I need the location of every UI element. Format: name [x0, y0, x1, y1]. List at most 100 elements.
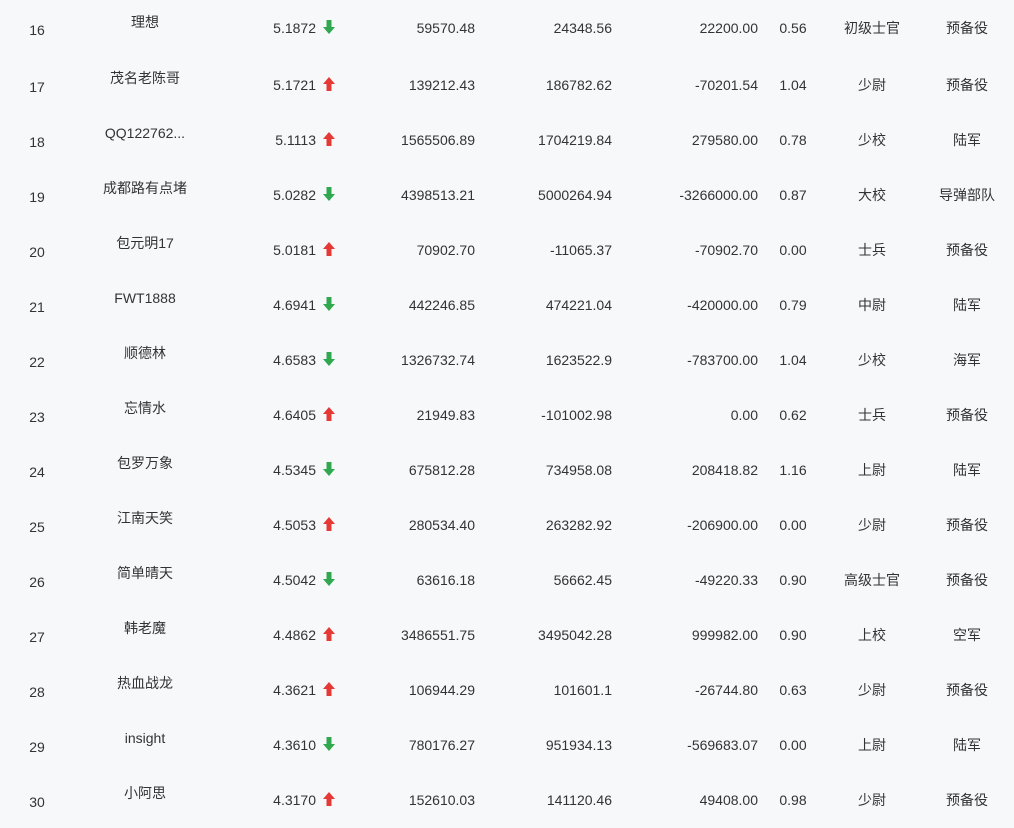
arrow-up-icon	[321, 791, 341, 809]
value-two: 474221.04	[545, 297, 612, 313]
ratio-value: 0.98	[779, 792, 807, 808]
value-three: -26744.80	[694, 682, 758, 698]
ranking-rows: 16 理想 5.1872 59570.48 24348.56 22200.00 …	[0, 0, 1014, 828]
arrow-up-icon	[321, 131, 341, 149]
player-name[interactable]: 茂名老陈哥	[84, 69, 206, 87]
player-name[interactable]: 韩老魔	[84, 619, 206, 637]
score-value: 5.0282	[273, 187, 316, 203]
arrow-up-icon	[321, 626, 341, 644]
military-rank: 高级士官	[844, 572, 900, 588]
score-value: 4.6941	[273, 297, 316, 313]
table-row-30[interactable]: 30 小阿思 4.3170 152610.03 141120.46 49408.…	[0, 773, 1014, 828]
ratio-value: 0.90	[779, 572, 807, 588]
player-name[interactable]: QQ122762...	[84, 124, 206, 142]
player-name[interactable]: 忘情水	[84, 399, 206, 417]
score-value: 4.3170	[273, 792, 316, 808]
ratio-value: 0.78	[779, 132, 807, 148]
table-row-24[interactable]: 24 包罗万象 4.5345 675812.28 734958.08 20841…	[0, 443, 1014, 498]
table-row-21[interactable]: 21 FWT1888 4.6941 442246.85 474221.04 -4…	[0, 278, 1014, 333]
ratio-value: 0.56	[779, 20, 807, 36]
player-name[interactable]: 成都路有点堵	[84, 179, 206, 197]
value-two: 24348.56	[553, 20, 612, 36]
value-one: 780176.27	[408, 737, 475, 753]
value-one: 1565506.89	[401, 132, 475, 148]
value-three: 279580.00	[691, 132, 758, 148]
score-value: 5.1721	[273, 77, 316, 93]
rank-number: 17	[29, 79, 45, 95]
rank-number: 28	[29, 684, 45, 700]
value-one: 70902.70	[416, 242, 475, 258]
value-three: -783700.00	[687, 352, 758, 368]
military-branch: 预备役	[946, 242, 988, 258]
value-two: 101601.1	[553, 682, 612, 698]
score-value: 4.6583	[273, 352, 316, 368]
rank-number: 29	[29, 739, 45, 755]
military-rank: 少校	[858, 132, 886, 148]
player-name[interactable]: 包罗万象	[84, 454, 206, 472]
ratio-value: 1.04	[779, 77, 807, 93]
table-row-25[interactable]: 25 江南天笑 4.5053 280534.40 263282.92 -2069…	[0, 498, 1014, 553]
arrow-down-icon	[321, 19, 341, 37]
rank-number: 25	[29, 519, 45, 535]
player-name[interactable]: insight	[84, 729, 206, 747]
value-two: 1623522.9	[545, 352, 612, 368]
player-name[interactable]: 理想	[84, 13, 206, 31]
value-three: 208418.82	[691, 462, 758, 478]
player-name[interactable]: 简单晴天	[84, 564, 206, 582]
table-row-19[interactable]: 19 成都路有点堵 5.0282 4398513.21 5000264.94 -…	[0, 168, 1014, 223]
rank-number: 24	[29, 464, 45, 480]
rank-number: 27	[29, 629, 45, 645]
arrow-up-icon	[321, 76, 341, 94]
table-row-28[interactable]: 28 热血战龙 4.3621 106944.29 101601.1 -26744…	[0, 663, 1014, 718]
player-name[interactable]: 顺德林	[84, 344, 206, 362]
table-row-23[interactable]: 23 忘情水 4.6405 21949.83 -101002.98 0.00 0…	[0, 388, 1014, 443]
rank-number: 18	[29, 134, 45, 150]
table-row-16[interactable]: 16 理想 5.1872 59570.48 24348.56 22200.00 …	[0, 0, 1014, 58]
ratio-value: 0.79	[779, 297, 807, 313]
table-row-20[interactable]: 20 包元明17 5.0181 70902.70 -11065.37 -7090…	[0, 223, 1014, 278]
rank-number: 21	[29, 299, 45, 315]
table-row-29[interactable]: 29 insight 4.3610 780176.27 951934.13 -5…	[0, 718, 1014, 773]
table-row-26[interactable]: 26 简单晴天 4.5042 63616.18 56662.45 -49220.…	[0, 553, 1014, 608]
score-value: 4.6405	[273, 407, 316, 423]
arrow-down-icon	[321, 571, 341, 589]
value-three: 49408.00	[699, 792, 758, 808]
military-rank: 士兵	[858, 407, 886, 423]
military-branch: 海军	[953, 352, 981, 368]
military-branch: 预备役	[946, 407, 988, 423]
score-value: 4.4862	[273, 627, 316, 643]
player-name[interactable]: 热血战龙	[84, 674, 206, 692]
value-three: -49220.33	[694, 572, 758, 588]
table-row-18[interactable]: 18 QQ122762... 5.1113 1565506.89 1704219…	[0, 113, 1014, 168]
player-name[interactable]: 包元明17	[84, 234, 206, 252]
ratio-value: 0.87	[779, 187, 807, 203]
player-name[interactable]: 江南天笑	[84, 509, 206, 527]
arrow-up-icon	[321, 516, 341, 534]
value-two: 56662.45	[553, 572, 612, 588]
military-rank: 少尉	[858, 682, 886, 698]
player-name[interactable]: 小阿思	[84, 784, 206, 802]
player-name[interactable]: FWT1888	[84, 289, 206, 307]
military-rank: 上尉	[858, 737, 886, 753]
rank-number: 19	[29, 189, 45, 205]
value-one: 152610.03	[408, 792, 475, 808]
value-three: 999982.00	[691, 627, 758, 643]
value-two: 5000264.94	[538, 187, 612, 203]
rank-number: 23	[29, 409, 45, 425]
score-value: 5.1872	[273, 20, 316, 36]
value-three: -70201.54	[694, 77, 758, 93]
table-row-27[interactable]: 27 韩老魔 4.4862 3486551.75 3495042.28 9999…	[0, 608, 1014, 663]
table-row-22[interactable]: 22 顺德林 4.6583 1326732.74 1623522.9 -7837…	[0, 333, 1014, 388]
ratio-value: 0.00	[779, 737, 807, 753]
value-three: -3266000.00	[679, 187, 758, 203]
value-three: 22200.00	[699, 20, 758, 36]
value-one: 280534.40	[408, 517, 475, 533]
table-row-17[interactable]: 17 茂名老陈哥 5.1721 139212.43 186782.62 -702…	[0, 58, 1014, 113]
value-three: -70902.70	[694, 242, 758, 258]
military-rank: 上校	[858, 627, 886, 643]
value-two: 1704219.84	[538, 132, 612, 148]
value-one: 139212.43	[408, 77, 475, 93]
value-two: 186782.62	[545, 77, 612, 93]
value-one: 1326732.74	[401, 352, 475, 368]
military-branch: 预备役	[946, 682, 988, 698]
